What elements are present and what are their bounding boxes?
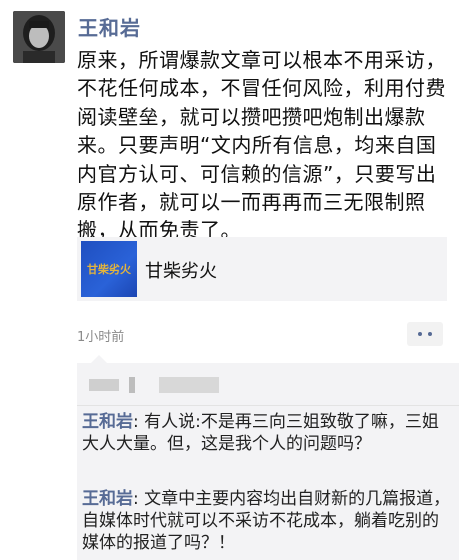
comment-author[interactable]: 王和岩 <box>82 489 133 509</box>
comment-author[interactable]: 王和岩 <box>82 412 133 432</box>
redacted-block <box>89 379 119 391</box>
shared-article-card[interactable]: 甘柴劣火 甘柴劣火 <box>77 237 447 301</box>
comment-item[interactable]: 王和岩: 文章中主要内容均出自财新的几篇报道，自媒体时代就可以不采访不花成本，躺… <box>82 488 452 554</box>
post-text: 原来，所谓爆款文章可以根本不用采访，不花任何成本，不冒任何风险，利用付费阅读壁垒… <box>77 48 446 243</box>
post-timestamp: 1小时前 <box>77 330 125 345</box>
ellipsis-icon-dot <box>428 332 432 336</box>
avatar-photo <box>13 11 65 63</box>
comment-separator: : <box>133 489 145 509</box>
post-author-name[interactable]: 王和岩 <box>78 12 141 41</box>
avatar[interactable] <box>13 11 65 63</box>
comment-separator: : <box>133 412 145 432</box>
article-title: 甘柴劣火 <box>145 261 217 282</box>
comments-panel: 王和岩: 有人说:不是再三向三姐致敬了嘛，三姐大人大量。但，这是我个人的问题吗？… <box>77 355 459 560</box>
ellipsis-icon <box>418 332 422 336</box>
article-thumbnail: 甘柴劣火 <box>81 241 137 297</box>
comment-item[interactable]: 王和岩: 有人说:不是再三向三姐致敬了嘛，三姐大人大量。但，这是我个人的问题吗？ <box>82 411 452 455</box>
redacted-block <box>129 377 135 393</box>
redacted-block <box>159 377 219 393</box>
more-options-button[interactable] <box>407 322 443 346</box>
divider <box>77 405 459 406</box>
